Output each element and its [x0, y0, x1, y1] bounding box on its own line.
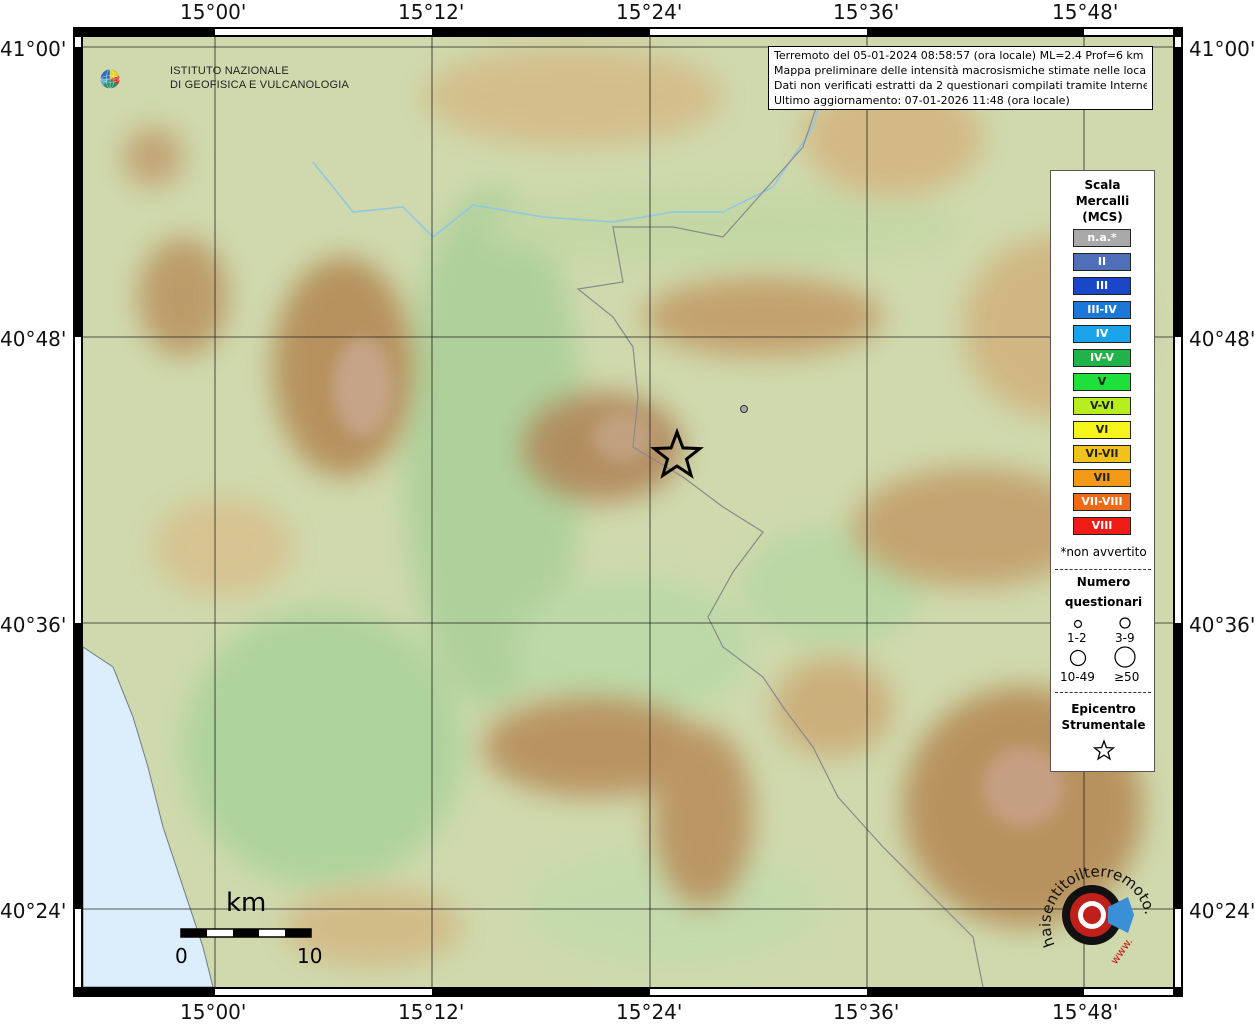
count-label-3: 10-49: [1060, 670, 1095, 684]
event-info-line-4: Ultimo aggiornamento: 07-01-2026 11:48 (…: [774, 94, 1070, 107]
count-circle-large: [1069, 649, 1087, 667]
lat-tick-left-3: 40°36': [0, 613, 67, 637]
count-label-1: 1-2: [1067, 631, 1087, 645]
count-label-4: ≥50: [1114, 670, 1140, 684]
ingv-logo: [100, 69, 120, 89]
scalebar-max: 10: [297, 944, 323, 968]
lon-tick-bottom-3: 15°24': [616, 1000, 683, 1024]
event-info-box: Terremoto del 05-01-2024 08:58:57 (ora l…: [768, 46, 1153, 110]
event-info-line-2: Mappa preliminare delle intensità macros…: [774, 64, 1147, 77]
lon-tick-bottom-1: 15°00': [180, 1000, 247, 1024]
questionnaire-point: [740, 405, 748, 413]
scalebar-min: 0: [175, 944, 188, 968]
legend-divider-2: [1055, 692, 1151, 693]
mcs-level-iv-v: IV-V: [1073, 349, 1131, 367]
mcs-level-iv: IV: [1073, 325, 1131, 343]
mcs-level-vi-vii: VI-VII: [1073, 445, 1131, 463]
lon-tick-top-1: 15°00': [180, 0, 247, 24]
count-circle-medium: [1119, 617, 1131, 629]
lon-tick-bottom-4: 15°36': [833, 1000, 900, 1024]
legend-title-line1: Scala: [1084, 178, 1121, 192]
lat-tick-left-2: 40°48': [0, 327, 67, 351]
legend-star-icon: [1093, 739, 1115, 761]
lat-tick-right-4: 40°24': [1189, 899, 1255, 923]
lat-tick-right-2: 40°48': [1189, 327, 1255, 351]
lon-tick-top-2: 15°12': [398, 0, 465, 24]
lat-tick-right-3: 40°36': [1189, 613, 1255, 637]
mcs-level-v-vi: V-VI: [1073, 397, 1131, 415]
scalebar-unit: km: [226, 888, 267, 918]
event-info-line-1: Terremoto del 05-01-2024 08:58:57 (ora l…: [774, 49, 1144, 62]
haisentito-logo: haisentitoilterremoto.it www.: [1030, 855, 1159, 967]
epicenter-title-line1: Epicentro: [1071, 702, 1136, 716]
legend-title: Scala Mercalli (MCS): [1051, 177, 1154, 225]
lat-tick-left-1: 41°00': [0, 37, 67, 61]
scalebar: [180, 928, 312, 938]
ingv-name-line2: DI GEOFISICA E VULCANOLOGIA: [170, 79, 349, 91]
lon-tick-bottom-2: 15°12': [398, 1000, 465, 1024]
ingv-name-line1: ISTITUTO NAZIONALE: [170, 65, 289, 77]
mcs-level-na: n.a.*: [1073, 229, 1131, 247]
ingv-name: ISTITUTO NAZIONALE DI GEOFISICA E VULCAN…: [170, 64, 349, 92]
legend-title-line3: (MCS): [1082, 210, 1123, 224]
count-title: Numero questionari: [1051, 574, 1156, 610]
lon-tick-bottom-5: 15°48': [1052, 1000, 1119, 1024]
legend-divider: [1055, 569, 1151, 570]
mcs-level-ii: II: [1073, 253, 1131, 271]
epicenter-title: Epicentro Strumentale: [1051, 701, 1156, 733]
mcs-level-vi: VI: [1073, 421, 1131, 439]
mcs-level-vii: VII: [1073, 469, 1131, 487]
count-title-line1: Numero: [1076, 575, 1131, 589]
event-info-line-3: Dati non verificati estratti da 2 questi…: [774, 79, 1147, 92]
legend-note: *non avvertito: [1060, 545, 1147, 559]
legend-title-line2: Mercalli: [1075, 194, 1130, 208]
count-circle-small: [1073, 619, 1083, 629]
mcs-level-v: V: [1073, 373, 1131, 391]
count-title-line2: questionari: [1064, 595, 1143, 609]
mcs-level-viii: VIII: [1073, 517, 1131, 535]
epicenter-title-line2: Strumentale: [1061, 718, 1146, 732]
lon-tick-top-5: 15°48': [1052, 0, 1119, 24]
mcs-level-iii-iv: III-IV: [1073, 301, 1131, 319]
count-circle-xlarge: [1114, 646, 1136, 668]
lon-tick-top-4: 15°36': [833, 0, 900, 24]
mcs-level-iii: III: [1073, 277, 1131, 295]
haisentito-logo-www: www.: [1108, 935, 1136, 967]
legend-panel: Scala Mercalli (MCS) n.a.* II III III-IV IV I…: [1050, 170, 1155, 772]
map-canvas: [73, 27, 1183, 997]
mcs-level-vii-viii: VII-VIII: [1073, 493, 1131, 511]
lat-tick-left-4: 40°24': [0, 899, 67, 923]
lat-tick-right-1: 41°00': [1189, 37, 1255, 61]
count-label-2: 3-9: [1115, 631, 1135, 645]
lon-tick-top-3: 15°24': [616, 0, 683, 24]
